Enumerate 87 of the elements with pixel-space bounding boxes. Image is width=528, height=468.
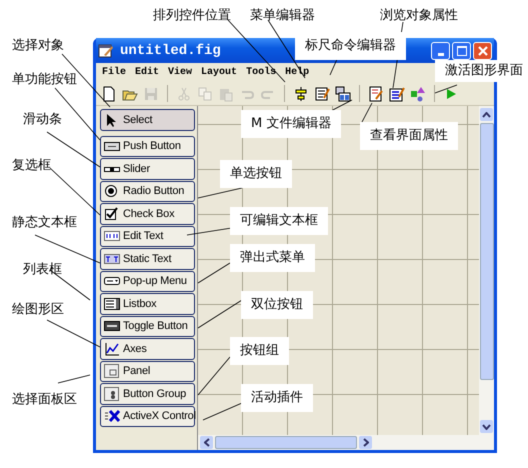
palette-button[interactable]: Button Group — [100, 383, 195, 404]
palette-button[interactable]: Edit Text — [100, 226, 195, 247]
callout-label: 查看界面属性 — [360, 122, 458, 150]
leader-line — [46, 320, 100, 348]
menu-item[interactable]: Tools — [246, 67, 276, 78]
chevron-down-icon — [482, 424, 491, 430]
minimize-button[interactable] — [431, 42, 450, 60]
maximize-button[interactable] — [452, 42, 471, 60]
align-icon[interactable] — [293, 86, 309, 102]
minimize-icon — [438, 52, 444, 56]
callout-label: 列表框 — [23, 262, 62, 278]
leader-line — [434, 84, 458, 94]
leader-line — [198, 300, 242, 328]
leader-line — [198, 356, 230, 396]
axes-icon — [104, 342, 120, 356]
callout-label: 可编辑文本框 — [230, 207, 328, 235]
editor-icon[interactable] — [368, 86, 384, 102]
callout-label: 双位按钮 — [241, 291, 313, 319]
menu-item[interactable]: Edit — [135, 67, 160, 78]
scroll-down-button[interactable] — [480, 420, 493, 433]
panel-icon — [104, 364, 120, 378]
horizontal-scrollbar[interactable] — [198, 435, 494, 450]
figure-icon — [98, 42, 114, 58]
listbox-icon — [104, 296, 120, 311]
callout-label: 标尺命令编辑器 — [295, 32, 406, 60]
palette-button[interactable]: Push Button — [100, 136, 195, 157]
callout-label: 按钮组 — [230, 337, 289, 365]
property-icon[interactable] — [389, 86, 405, 102]
tab-order-icon[interactable] — [335, 86, 351, 102]
radio-icon — [104, 184, 120, 198]
checkbox-icon — [104, 206, 120, 221]
menu-item[interactable]: Layout — [201, 67, 238, 78]
window-title: untitled.fig — [120, 42, 221, 58]
new-file-icon[interactable] — [101, 86, 117, 102]
chevron-left-icon — [204, 438, 210, 447]
callout-label: 静态文本框 — [12, 215, 77, 231]
leader-line — [34, 234, 100, 264]
button-group-icon — [104, 386, 120, 401]
palette-button[interactable]: Check Box — [100, 203, 195, 224]
push-button-icon — [104, 139, 120, 154]
callout-label: 滑动条 — [23, 112, 62, 128]
menu-item[interactable]: File — [102, 67, 126, 78]
palette-button[interactable]: Panel — [100, 360, 195, 382]
palette-button[interactable]: Pop-up Menu — [100, 270, 195, 292]
callout-label: 选择对象 — [12, 38, 64, 54]
callout-label: 活动插件 — [241, 384, 313, 412]
palette-button[interactable]: Axes — [100, 338, 195, 360]
callout-label: 复选框 — [12, 158, 51, 174]
toggle-icon — [104, 319, 120, 334]
menu-editor-icon[interactable] — [314, 86, 330, 102]
close-icon — [478, 46, 488, 56]
leader-line — [202, 402, 242, 420]
shapes-icon[interactable] — [410, 86, 426, 102]
callout-label: 浏览对象属性 — [380, 8, 458, 24]
callout-label: 弹出式菜单 — [230, 244, 315, 272]
menu-item[interactable]: View — [168, 67, 192, 78]
scroll-thumb[interactable] — [480, 123, 494, 380]
palette-button[interactable]: Radio Button — [100, 180, 195, 202]
scroll-up-button[interactable] — [480, 108, 493, 121]
activex-icon — [104, 409, 120, 424]
palette-button[interactable]: Slider — [100, 158, 195, 180]
leader-line — [362, 102, 372, 122]
palette-button[interactable]: Select — [100, 109, 195, 130]
callout-label: 排列控件位置 — [153, 8, 231, 24]
palette-button[interactable]: Listbox — [100, 293, 195, 314]
callout-label: 绘图形区 — [12, 302, 64, 318]
scroll-right-button[interactable] — [359, 436, 372, 449]
vertical-scrollbar[interactable] — [479, 106, 494, 435]
leader-line — [198, 262, 230, 284]
callout-label: 单功能按钮 — [12, 72, 77, 88]
callout-label: 选择面板区 — [12, 392, 77, 408]
chevron-up-icon — [482, 112, 491, 118]
callout-label: M 文件编辑器 — [241, 110, 342, 138]
close-button[interactable] — [473, 42, 492, 60]
palette-button[interactable]: Static Text — [100, 248, 195, 270]
scroll-thumb[interactable] — [215, 436, 357, 449]
leader-line — [50, 168, 100, 216]
leader-line — [58, 374, 90, 384]
callout-label: 单选按钮 — [220, 160, 292, 188]
edit-text-icon — [104, 229, 120, 244]
palette-button[interactable]: Toggle Button — [100, 316, 195, 337]
chevron-right-icon — [362, 438, 368, 447]
leader-line — [198, 188, 242, 198]
maximize-icon — [456, 46, 466, 56]
callout-label: 菜单编辑器 — [250, 8, 315, 24]
static-text-icon — [104, 252, 120, 266]
scroll-left-button[interactable] — [200, 436, 213, 449]
